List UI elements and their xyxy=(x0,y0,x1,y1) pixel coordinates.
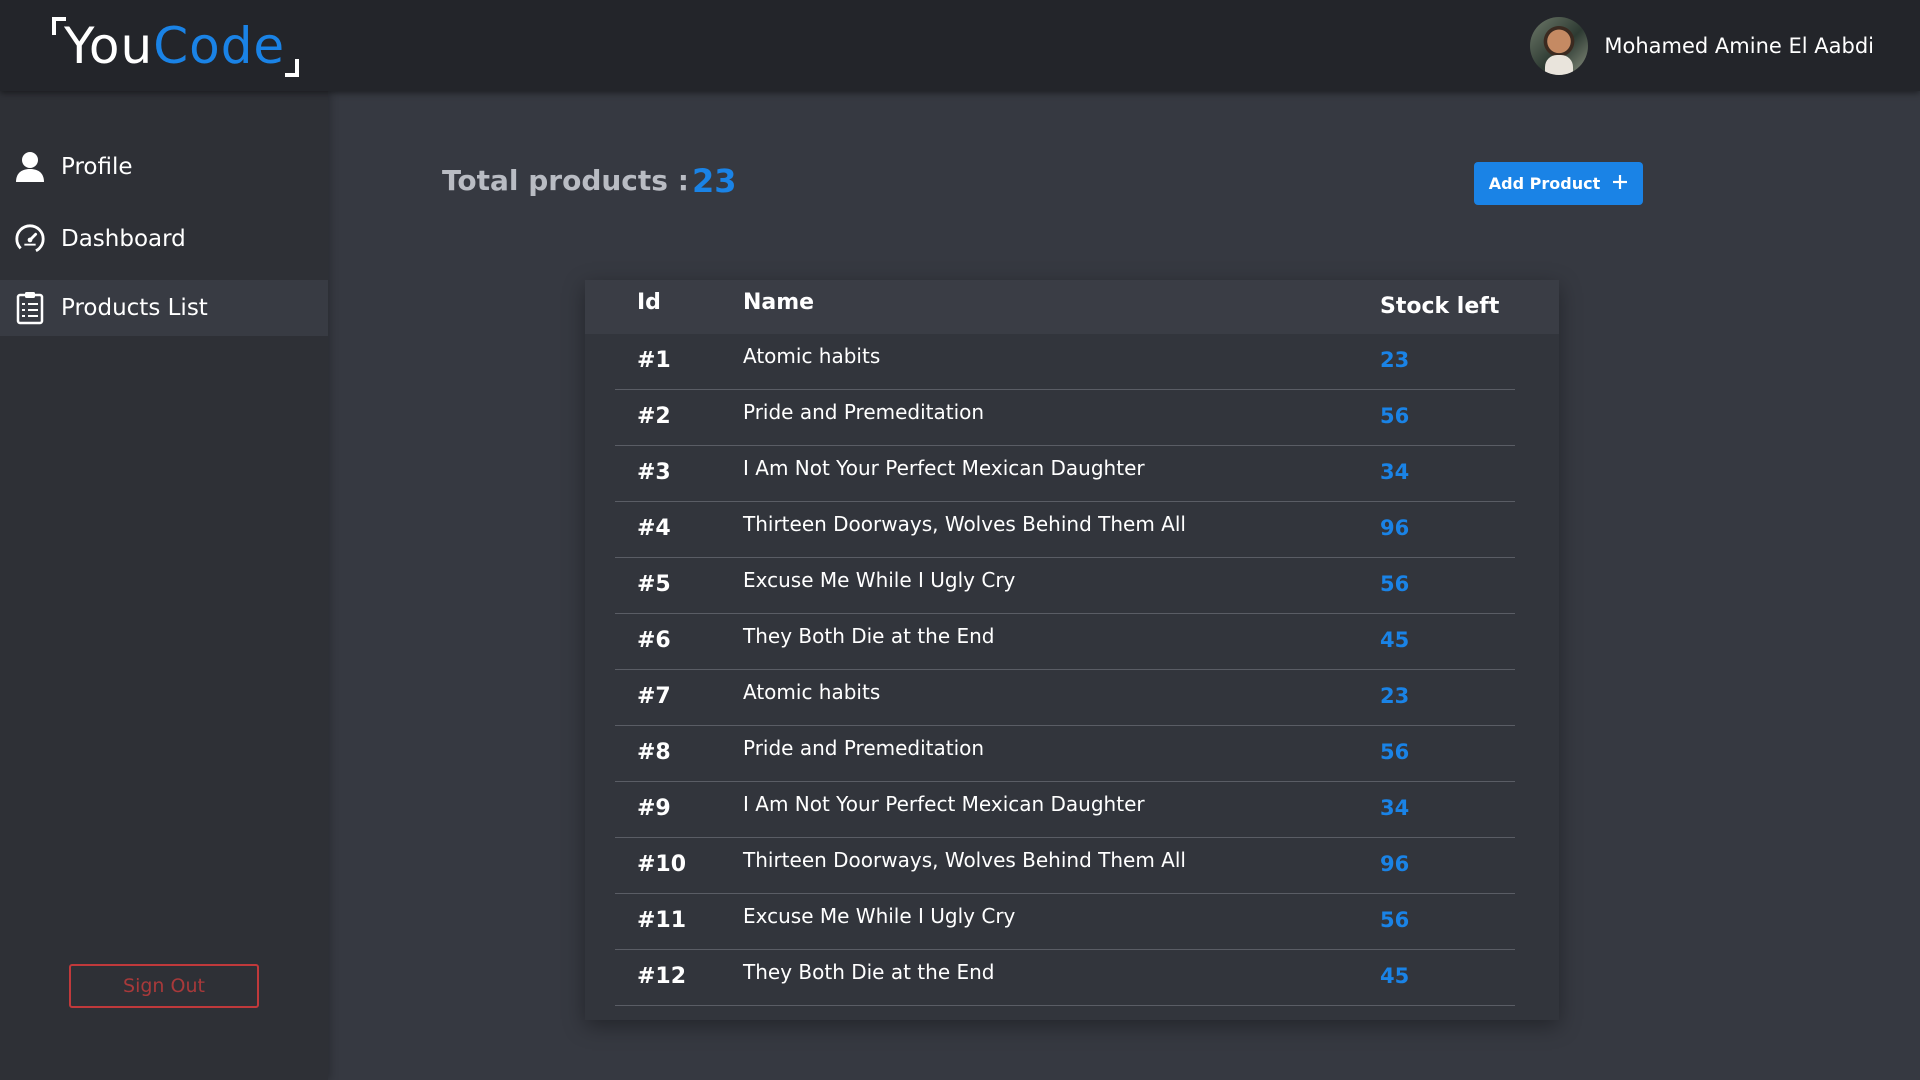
logo-bracket-top-left xyxy=(52,17,66,35)
sidebar-item-profile[interactable]: Profile xyxy=(0,139,328,195)
cell-name: They Both Die at the End xyxy=(743,624,995,648)
table-row[interactable]: #11 Excuse Me While I Ugly Cry 56 xyxy=(615,894,1515,950)
cell-id: #11 xyxy=(637,908,687,933)
logo-text-code: Code xyxy=(153,17,286,75)
logo-text-you: You xyxy=(64,17,154,75)
column-header-stock[interactable]: Stock left xyxy=(1380,294,1499,319)
cell-name: I Am Not Your Perfect Mexican Daughter xyxy=(743,792,1145,816)
table-row[interactable]: #6 They Both Die at the End 45 xyxy=(615,614,1515,670)
cell-stock: 34 xyxy=(1380,796,1410,820)
cell-stock: 56 xyxy=(1380,740,1410,764)
logo-bracket-bottom-right xyxy=(285,59,300,77)
cell-id: #9 xyxy=(637,796,671,821)
table-row[interactable]: #12 They Both Die at the End 45 xyxy=(615,950,1515,1006)
cell-id: #3 xyxy=(637,460,671,485)
table-row[interactable]: #7 Atomic habits 23 xyxy=(615,670,1515,726)
youcode-logo[interactable]: YouCode xyxy=(52,15,300,77)
sidebar: Profile Dashboard Products List Sign Out xyxy=(0,91,328,1080)
table-row[interactable]: #5 Excuse Me While I Ugly Cry 56 xyxy=(615,558,1515,614)
cell-name: Pride and Premeditation xyxy=(743,400,985,424)
speedometer-icon xyxy=(14,222,46,256)
sidebar-item-dashboard[interactable]: Dashboard xyxy=(0,211,328,267)
cell-stock: 23 xyxy=(1380,348,1410,372)
cell-stock: 34 xyxy=(1380,460,1410,484)
avatar[interactable] xyxy=(1530,17,1589,75)
cell-stock: 96 xyxy=(1380,516,1410,540)
table-header: Id Name Stock left xyxy=(585,280,1559,334)
cell-name: I Am Not Your Perfect Mexican Daughter xyxy=(743,456,1145,480)
cell-stock: 45 xyxy=(1380,628,1410,652)
table-row[interactable]: #4 Thirteen Doorways, Wolves Behind Them… xyxy=(615,502,1515,558)
table-row[interactable]: #9 I Am Not Your Perfect Mexican Daughte… xyxy=(615,782,1515,838)
cell-stock: 45 xyxy=(1380,964,1410,988)
cell-name: Atomic habits xyxy=(743,680,881,704)
cell-stock: 23 xyxy=(1380,684,1410,708)
cell-stock: 96 xyxy=(1380,852,1410,876)
cell-stock: 56 xyxy=(1380,572,1410,596)
cell-id: #5 xyxy=(637,572,671,597)
user-name: Mohamed Amine El Aabdi xyxy=(1604,34,1874,58)
cell-id: #10 xyxy=(637,852,687,877)
cell-id: #7 xyxy=(637,684,671,709)
products-table: Id Name Stock left #1 Atomic habits 23 #… xyxy=(585,280,1559,1020)
top-bar: YouCode Mohamed Amine El Aabdi xyxy=(0,0,1920,91)
plus-icon xyxy=(1612,174,1628,194)
cell-name: Excuse Me While I Ugly Cry xyxy=(743,568,1016,592)
total-products-label: Total products : xyxy=(442,164,689,197)
cell-name: Thirteen Doorways, Wolves Behind Them Al… xyxy=(743,848,1186,872)
add-product-button[interactable]: Add Product xyxy=(1474,162,1643,205)
cell-id: #12 xyxy=(637,964,687,989)
sidebar-item-label: Profile xyxy=(61,154,133,180)
table-row[interactable]: #8 Pride and Premeditation 56 xyxy=(615,726,1515,782)
cell-name: Atomic habits xyxy=(743,344,881,368)
cell-id: #8 xyxy=(637,740,671,765)
cell-stock: 56 xyxy=(1380,404,1410,428)
table-row[interactable]: #1 Atomic habits 23 xyxy=(615,334,1515,390)
table-row[interactable]: #10 Thirteen Doorways, Wolves Behind The… xyxy=(615,838,1515,894)
cell-name: Pride and Premeditation xyxy=(743,736,985,760)
total-products-count: 23 xyxy=(692,162,737,200)
clipboard-list-icon xyxy=(14,291,46,325)
table-row[interactable]: #3 I Am Not Your Perfect Mexican Daughte… xyxy=(615,446,1515,502)
cell-id: #6 xyxy=(637,628,671,653)
cell-name: They Both Die at the End xyxy=(743,960,995,984)
column-header-name[interactable]: Name xyxy=(743,290,814,315)
cell-stock: 56 xyxy=(1380,908,1410,932)
cell-id: #4 xyxy=(637,516,671,541)
cell-name: Excuse Me While I Ugly Cry xyxy=(743,904,1016,928)
cell-id: #2 xyxy=(637,404,671,429)
user-icon xyxy=(14,150,46,184)
column-header-id[interactable]: Id xyxy=(637,290,661,315)
sidebar-item-label: Products List xyxy=(61,295,208,321)
sign-out-button[interactable]: Sign Out xyxy=(69,964,259,1008)
sidebar-item-products-list[interactable]: Products List xyxy=(0,280,328,336)
user-menu[interactable]: Mohamed Amine El Aabdi xyxy=(1530,17,1874,75)
add-product-label: Add Product xyxy=(1488,174,1601,193)
sidebar-item-label: Dashboard xyxy=(61,226,186,252)
table-row[interactable]: #2 Pride and Premeditation 56 xyxy=(615,390,1515,446)
cell-name: Thirteen Doorways, Wolves Behind Them Al… xyxy=(743,512,1186,536)
cell-id: #1 xyxy=(637,348,671,373)
